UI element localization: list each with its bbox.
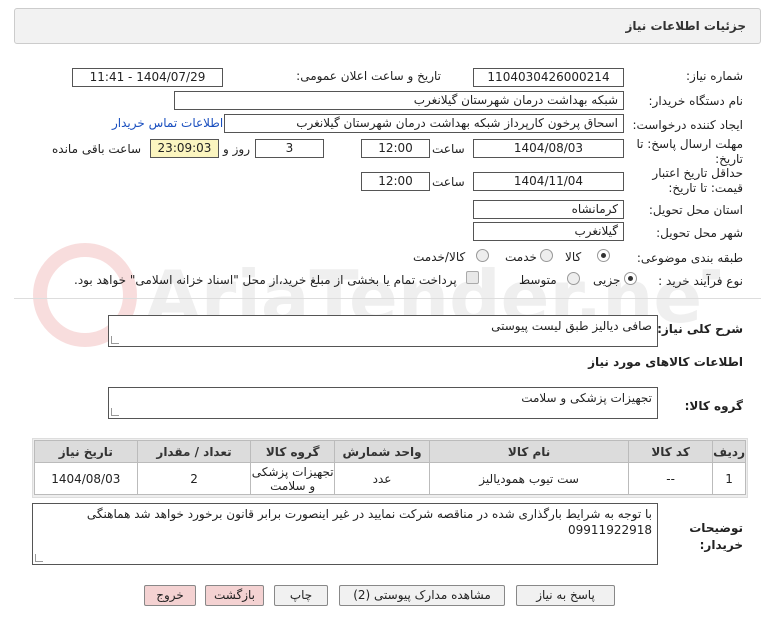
category-both-label: کالا/خدمت xyxy=(413,250,466,264)
description-text: صافی دیالیز طبق لیست پیوستی xyxy=(491,319,652,333)
goods-group-textarea[interactable]: تجهیزات پزشکی و سلامت xyxy=(108,387,658,419)
th-item-group: گروه کالا xyxy=(250,440,335,463)
province-label: استان محل تحویل: xyxy=(648,203,743,217)
buyer-notes-textarea[interactable]: با توجه به شرایط بارگذاری شده در مناقصه … xyxy=(32,503,658,565)
items-table: ردیف کد کالا نام کالا واحد شمارش گروه کا… xyxy=(34,440,746,495)
cell-item-group: تجهیزات پزشکی و سلامت xyxy=(250,462,335,495)
process-medium-label: متوسط xyxy=(519,273,557,287)
description-label: شرح کلی نیاز: xyxy=(657,322,743,336)
process-label: نوع فرآیند خرید : xyxy=(658,274,743,288)
treasury-checkbox[interactable] xyxy=(466,271,479,284)
category-goods-radio[interactable] xyxy=(597,249,610,262)
print-button[interactable]: چاپ xyxy=(274,585,328,606)
remaining-time-field: 23:09:03 xyxy=(150,139,219,158)
validity-time-label: ساعت xyxy=(432,175,465,189)
category-service-radio[interactable] xyxy=(540,249,553,262)
th-need-date: تاریخ نیاز xyxy=(34,440,138,463)
buyer-org-field[interactable]: شبکه بهداشت درمان شهرستان گیلانغرب xyxy=(174,91,624,110)
deadline-label: مهلت ارسال پاسخ: تا تاریخ: xyxy=(636,137,743,166)
category-both-radio[interactable] xyxy=(476,249,489,262)
goods-group-label: گروه کالا: xyxy=(684,399,743,413)
goods-info-title: اطلاعات کالاهای مورد نیاز xyxy=(588,355,743,369)
page-title: جزئیات اطلاعات نیاز xyxy=(625,19,746,33)
cell-quantity: 2 xyxy=(136,462,252,495)
deadline-days-label: روز و xyxy=(223,142,250,156)
header-panel: جزئیات اطلاعات نیاز xyxy=(14,8,761,44)
cell-row-number: 1 xyxy=(712,462,746,495)
deadline-days-field[interactable]: 3 xyxy=(255,139,324,158)
buyer-notes-text: با توجه به شرایط بارگذاری شده در مناقصه … xyxy=(86,507,652,537)
validity-date-field[interactable]: 1404/11/04 xyxy=(473,172,624,191)
city-field[interactable]: گیلانغرب xyxy=(473,222,624,241)
province-field[interactable]: کرمانشاه xyxy=(473,200,624,219)
category-goods-label: کالا xyxy=(565,250,582,264)
table-row[interactable]: 1 -- ست تیوب همودیالیز عدد تجهیزات پزشکی… xyxy=(34,462,746,495)
buyer-contact-link[interactable]: اطلاعات تماس خریدار xyxy=(112,116,223,130)
exit-button[interactable]: خروج xyxy=(144,585,196,606)
resize-grip-icon[interactable] xyxy=(111,408,119,416)
buyer-notes-label: توضیحات خریدار: xyxy=(689,521,743,552)
treasury-note: پرداخت تمام یا بخشی از مبلغ خرید،از محل … xyxy=(74,273,457,287)
th-unit: واحد شمارش xyxy=(333,440,431,463)
cell-item-code: -- xyxy=(628,462,714,495)
cell-item-name: ست تیوب همودیالیز xyxy=(429,462,630,495)
reply-button[interactable]: پاسخ به نیاز xyxy=(516,585,615,606)
requester-label: ایجاد کننده درخواست: xyxy=(632,118,743,132)
requester-field[interactable]: اسحاق پرخون کارپرداز شبکه بهداشت درمان ش… xyxy=(224,114,624,133)
process-medium-radio[interactable] xyxy=(567,272,580,285)
process-minor-radio[interactable] xyxy=(624,272,637,285)
city-label: شهر محل تحویل: xyxy=(656,226,743,240)
buyer-org-label: نام دستگاه خریدار: xyxy=(648,94,744,108)
validity-label: حداقل تاریخ اعتبار قیمت: تا تاریخ: xyxy=(652,166,743,195)
category-label: طبقه بندی موضوعی: xyxy=(636,251,743,265)
table-header-row: ردیف کد کالا نام کالا واحد شمارش گروه کا… xyxy=(34,440,746,463)
cell-unit: عدد xyxy=(333,462,431,495)
th-item-code: کد کالا xyxy=(628,440,714,463)
process-minor-label: جزیی xyxy=(593,273,621,287)
th-item-name: نام کالا xyxy=(429,440,630,463)
goods-group-text: تجهیزات پزشکی و سلامت xyxy=(521,391,652,405)
description-textarea[interactable]: صافی دیالیز طبق لیست پیوستی xyxy=(108,315,658,347)
remaining-time-label: ساعت باقی مانده xyxy=(52,142,142,156)
th-row-number: ردیف xyxy=(712,440,746,463)
validity-time-field[interactable]: 12:00 xyxy=(361,172,430,191)
back-button[interactable]: بازگشت xyxy=(205,585,264,606)
deadline-date-field[interactable]: 1404/08/03 xyxy=(473,139,624,158)
deadline-time-label: ساعت xyxy=(432,142,465,156)
announce-datetime-label: تاریخ و ساعت اعلان عمومی: xyxy=(296,69,441,83)
deadline-time-field[interactable]: 12:00 xyxy=(361,139,430,158)
need-number-label: شماره نیاز: xyxy=(686,69,743,83)
resize-grip-icon[interactable] xyxy=(111,336,119,344)
view-attachments-button[interactable]: مشاهده مدارک پیوستی (2) xyxy=(339,585,505,606)
th-quantity: تعداد / مقدار xyxy=(136,440,252,463)
need-number-field[interactable]: 1104030426000214 xyxy=(473,68,624,87)
cell-need-date: 1404/08/03 xyxy=(34,462,138,495)
resize-grip-icon[interactable] xyxy=(35,554,43,562)
category-service-label: خدمت xyxy=(505,250,537,264)
announce-datetime-field[interactable]: 1404/07/29 - 11:41 xyxy=(72,68,223,87)
divider xyxy=(14,298,761,299)
page-root: AriaTender.neT جزئیات اطلاعات نیاز شماره… xyxy=(0,0,761,622)
